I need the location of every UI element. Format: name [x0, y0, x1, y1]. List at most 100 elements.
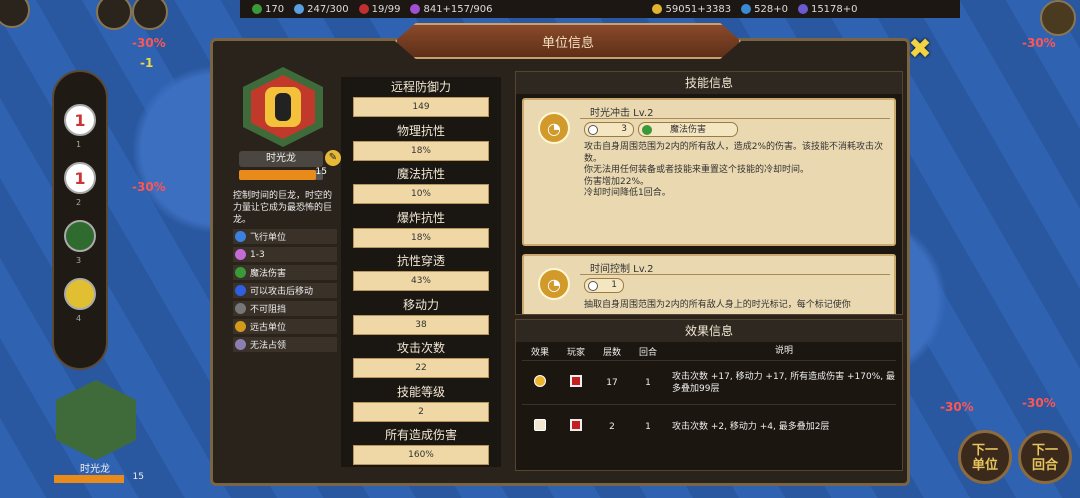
stat-label: 物理抗性 [396, 123, 445, 138]
shop-icon[interactable] [132, 0, 168, 30]
unit-level: 15 [315, 167, 327, 177]
trait-item: 无法占领 [233, 337, 337, 352]
cooldown-value: 3 [621, 124, 627, 134]
trait-item: 不可阻挡 [233, 301, 337, 316]
resource-value: 59051+3383 [665, 3, 732, 15]
stat-label: 移动力 [402, 297, 439, 312]
resource-value: 19/99 [371, 3, 401, 15]
map-marker: -30% [940, 400, 974, 414]
menu-icon[interactable] [0, 0, 30, 28]
slot-number: 2 [76, 198, 82, 207]
effect-description: 攻击次数 +17, 移动力 +17, 所有造成伤害 +170%, 最多叠加99层 [672, 371, 896, 394]
stat-value: 18% [353, 140, 489, 161]
col-player: 玩家 [566, 347, 585, 358]
sidebar-slot-1[interactable]: 1 [64, 104, 96, 136]
magic-damage-icon [235, 267, 246, 278]
trait-label: 远古单位 [250, 323, 287, 333]
effect-stacks: 2 [609, 421, 615, 432]
trait-item: 可以攻击后移动 [233, 283, 337, 298]
stat-item: 移动力 38 [341, 295, 501, 339]
stat-label: 爆炸抗性 [396, 210, 445, 225]
col-stacks: 层数 [602, 347, 621, 358]
stat-value: 149 [353, 97, 489, 117]
army-icon [358, 4, 369, 14]
unit-info-dialog: 单位信息 ✖ 时光龙 ✎ 15 控制时间的巨龙，时空的力量让它成为最恐怖的巨龙。 … [210, 23, 932, 486]
stat-item: 远程防御力 149 [341, 77, 501, 121]
player-color-icon [570, 419, 582, 431]
effect-panel: 效果信息 效果 玩家 层数 回合 说明 17 1 攻击次数 +17, 移动力 +… [515, 319, 903, 471]
stat-item: 所有造成伤害 160% [341, 425, 501, 469]
move-after-attack-icon [235, 285, 246, 296]
skill-description: 攻击自身周围范围为2内的所有敌人，造成2%的伤害。该技能不消耗攻击次数。 你无法… [584, 142, 884, 198]
trait-item: 远古单位 [233, 319, 337, 334]
resource-value: 247/300 [307, 3, 349, 15]
skill-name: 时光冲击 Lv.2 [590, 108, 654, 119]
effect-row: 2 1 攻击次数 +2, 移动力 +4, 最多叠加2层 [522, 404, 896, 448]
population-icon [294, 4, 305, 14]
slot-number: 3 [76, 256, 82, 265]
cooldown-value: 1 [611, 280, 617, 290]
unstoppable-icon [235, 303, 246, 314]
next-unit-button[interactable]: 下一 单位 [958, 430, 1012, 484]
map-marker: -30% [132, 180, 166, 194]
selected-unit-card[interactable]: 时光龙 15 [50, 380, 144, 490]
unit-level-small: 15 [132, 472, 144, 482]
stat-label: 攻击次数 [396, 341, 445, 355]
slot-number: 4 [76, 314, 82, 323]
flying-icon [235, 231, 246, 242]
next-turn-button[interactable]: 下一 回合 [1018, 430, 1072, 484]
map-marker: -30% [132, 36, 166, 50]
crystal-icon [741, 4, 752, 14]
skill-panel-header: 技能信息 [516, 72, 902, 94]
stat-item: 技能等级 2 [341, 382, 501, 426]
slot-number: 1 [76, 140, 82, 149]
unit-portrait [243, 67, 323, 147]
col-description: 说明 [774, 346, 793, 356]
research-icon [797, 4, 808, 14]
col-effect: 效果 [530, 347, 549, 358]
sidebar-slot-3[interactable] [64, 220, 96, 252]
skill-panel: 技能信息 ◔ 时光冲击 Lv.2 3 魔法伤害 攻击自身周围范围为2内的所有敌人… [515, 71, 903, 315]
skill-description: 抽取自身周围范围为2内的所有敌人身上的时光标记，每个标记使你 [584, 300, 851, 310]
trait-label: 不可阻挡 [250, 305, 287, 315]
stat-item: 物理抗性 18% [341, 121, 501, 165]
magic-damage-icon [642, 125, 652, 135]
map-marker: -1 [140, 56, 154, 70]
map-marker: -30% [1022, 396, 1056, 410]
clock-icon [588, 125, 598, 135]
sidebar-slot-2[interactable]: 1 [64, 162, 96, 194]
sidebar-slot-4[interactable] [64, 278, 96, 310]
skill-card-1: ◔ 时光冲击 Lv.2 3 魔法伤害 攻击自身周围范围为2内的所有敌人，造成2%… [522, 98, 896, 246]
skill-card-2: ◔ 时间控制 Lv.2 1 抽取自身周围范围为2内的所有敌人身上的时光标记，每个… [522, 254, 896, 314]
unit-portrait-small [56, 380, 136, 460]
stat-label: 抗性穿透 [396, 254, 445, 268]
stat-item: 抗性穿透 43% [341, 251, 501, 295]
bag-icon[interactable] [96, 0, 132, 30]
stat-value: 22 [353, 358, 489, 378]
stat-item: 攻击次数 22 [341, 338, 501, 382]
dragon-icon [265, 87, 301, 127]
time-strike-icon: ◔ [538, 112, 570, 144]
damage-type-badge: 魔法伤害 [638, 122, 738, 137]
xp-bar-fill [239, 170, 317, 180]
stat-list: 远程防御力 149 物理抗性 18% 魔法抗性 10% 爆炸抗性 18% 抗性穿透 43% 移动力 3… [341, 77, 501, 467]
divider [580, 274, 890, 275]
resource-value: 170 [265, 3, 285, 15]
gold-icon [652, 4, 663, 14]
turn-controls: 下一 单位 下一 回合 [958, 430, 1072, 484]
edit-name-icon[interactable]: ✎ [325, 150, 341, 166]
close-icon[interactable]: ✖ [905, 32, 935, 65]
buff-effect-icon [534, 419, 546, 431]
resource-value: 15178+0 [810, 3, 858, 15]
trait-label: 1-3 [250, 249, 265, 260]
unit-xp-small: 15 [54, 472, 144, 483]
effect-table-header: 效果 玩家 层数 回合 说明 [522, 342, 896, 360]
left-sidebar: 1 1 1 2 3 4 [52, 70, 108, 370]
stat-item: 爆炸抗性 18% [341, 208, 501, 252]
effect-turns: 1 [645, 377, 651, 388]
stat-label: 魔法抗性 [396, 167, 445, 181]
stat-value: 2 [353, 401, 489, 422]
settings-gear-icon[interactable] [1040, 0, 1076, 36]
time-effect-icon [534, 375, 546, 387]
trait-label: 无法占领 [250, 341, 287, 351]
